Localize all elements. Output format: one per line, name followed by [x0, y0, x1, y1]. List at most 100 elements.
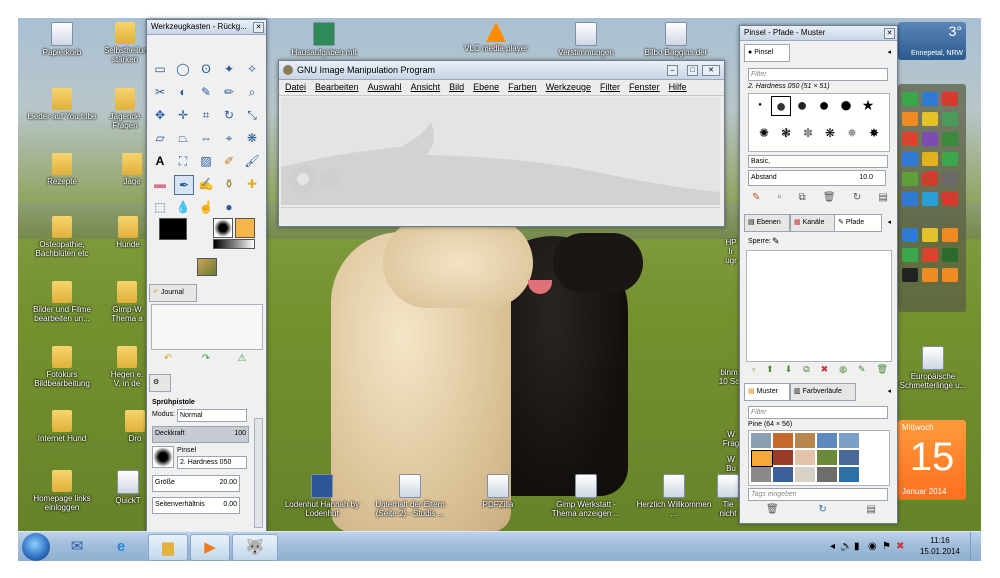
pattern-item[interactable]	[773, 450, 793, 465]
open-as-image-icon[interactable]: ▤	[879, 192, 888, 203]
desktop-icon-shortcut[interactable]: Tie nicht	[716, 474, 740, 518]
options-scrollbar[interactable]	[254, 418, 263, 528]
pattern-item[interactable]	[795, 467, 815, 482]
desktop-icon-folder[interactable]: Selbstheilungskräfte stärken	[104, 22, 146, 64]
heal-icon[interactable]: ✚	[243, 175, 261, 193]
paths-icon[interactable]: ✎	[197, 83, 215, 101]
brush-item[interactable]: ❃	[777, 124, 795, 142]
rect-select-icon[interactable]: ▭	[151, 60, 169, 78]
desktop-icon-pdfzilla[interactable]: PDFZilla	[458, 474, 538, 509]
lock-icon[interactable]: ✎	[772, 236, 780, 247]
eraser-icon[interactable]: ▬	[151, 175, 169, 193]
menu-werkzeuge[interactable]: Werkzeuge	[546, 80, 591, 95]
image-thumbnail[interactable]	[197, 258, 217, 276]
desktop-icon-folder[interactable]: Hegen e. V. in de	[108, 346, 146, 388]
scale-icon[interactable]: ⤡	[243, 106, 261, 124]
scissors-icon[interactable]: ✂	[151, 83, 169, 101]
menu-datei[interactable]: Datei	[285, 80, 306, 95]
desktop-icon-shortcut[interactable]: Europäische Schmetterlinge u...	[893, 346, 973, 390]
brush-selector[interactable]	[152, 446, 174, 468]
desktop-icon-app[interactable]: binm 10 Sc	[718, 368, 740, 386]
tab-gradients[interactable]: ▥ Farbverläufe	[790, 383, 856, 401]
brush-name-field[interactable]: 2. Hardness 050	[177, 456, 247, 469]
app-icon[interactable]	[902, 228, 918, 242]
app-icon[interactable]	[902, 172, 918, 186]
flip-icon[interactable]: ⇔	[197, 129, 215, 147]
brush-item[interactable]: ❋	[821, 124, 839, 142]
airbrush-icon[interactable]: ✒	[174, 175, 194, 195]
brush-item[interactable]: ★	[859, 96, 877, 114]
tab-tool-options[interactable]: ⚙	[149, 374, 171, 392]
tray-show-hidden-icon[interactable]: ◂	[830, 541, 835, 552]
app-icon[interactable]	[942, 172, 958, 186]
taskbar-thunderbird[interactable]: ✉	[58, 534, 96, 559]
app-icon[interactable]	[942, 248, 958, 262]
refresh-brushes-icon[interactable]: ↻	[853, 192, 861, 203]
pattern-item[interactable]	[817, 433, 837, 448]
clone-icon[interactable]: ⚱	[220, 175, 238, 193]
new-path-icon[interactable]: ▫	[752, 364, 755, 375]
tab-brushes[interactable]: ● Pinsel	[744, 44, 790, 62]
tab-menu-icon[interactable]: ◂	[887, 218, 891, 226]
desktop-icon-folder[interactable]: Lieder auf You tube	[22, 88, 102, 121]
dock-titlebar[interactable]: Pinsel - Pfade - Muster ✕	[740, 26, 897, 41]
gimp-main-window[interactable]: GNU Image Manipulation Program – □ ✕ Dat…	[278, 60, 725, 227]
tab-patterns[interactable]: ▦ Muster	[744, 383, 790, 401]
new-brush-icon[interactable]: ▫	[778, 192, 782, 203]
app-icon[interactable]	[942, 112, 958, 126]
open-pattern-icon[interactable]: ▤	[867, 504, 876, 515]
close-button[interactable]: ✕	[702, 65, 720, 76]
app-icon[interactable]	[922, 268, 938, 282]
desktop-icon-app[interactable]: W Bu	[722, 455, 740, 473]
app-icon[interactable]	[902, 132, 918, 146]
ellipse-select-icon[interactable]: ◯	[174, 60, 192, 78]
desktop-icon-shortcut[interactable]: Verstimmungen	[546, 22, 626, 57]
dock-window[interactable]: Pinsel - Pfade - Muster ✕ ● Pinsel ◂ Fil…	[739, 25, 898, 524]
gradient-preview[interactable]	[213, 239, 255, 249]
tab-channels[interactable]: ▦ Kanäle	[790, 214, 836, 232]
desktop-icon-app[interactable]: Hausaufgaben mit	[284, 22, 364, 57]
app-icon[interactable]	[942, 228, 958, 242]
desktop-icon-word[interactable]: Lodenhut Hannah by Lodenhut	[282, 474, 362, 518]
minimize-button[interactable]: –	[667, 65, 678, 76]
desktop-icon-shortcut[interactable]: Unterhalt der Eltern (Seite 2) - Studis …	[370, 474, 450, 518]
start-button[interactable]	[22, 533, 50, 561]
brush-item[interactable]: ●	[751, 96, 769, 114]
delete-path-icon[interactable]: 🗑	[876, 364, 887, 375]
pattern-item[interactable]	[839, 450, 859, 465]
pattern-item[interactable]	[795, 433, 815, 448]
app-icon[interactable]	[922, 228, 938, 242]
menu-ebene[interactable]: Ebene	[473, 80, 499, 95]
dodge-burn-icon[interactable]: ●	[220, 198, 238, 216]
taskbar-media-player[interactable]: ▶	[190, 534, 230, 561]
zoom-icon[interactable]: ⌕	[243, 83, 261, 101]
rotate-icon[interactable]: ↻	[220, 106, 238, 124]
close-button[interactable]: ✕	[253, 22, 264, 33]
desktop-icon-app[interactable]: W Frag	[722, 430, 740, 448]
edit-brush-icon[interactable]: ✎	[752, 192, 760, 203]
desktop-icon-shortcut[interactable]: Herzlich Willkommen ...	[634, 474, 714, 518]
pattern-preview[interactable]	[235, 218, 255, 238]
pattern-tags-input[interactable]: Tags eingeben	[748, 488, 888, 501]
desktop-icon-folder[interactable]: Internet Hund	[22, 410, 102, 443]
desktop-icon-folder[interactable]: Jagende Fragen	[104, 88, 146, 130]
duplicate-brush-icon[interactable]: ⧉	[798, 192, 805, 203]
network-icon[interactable]: ◉	[868, 541, 877, 552]
app-icon[interactable]	[942, 92, 958, 106]
blend-icon[interactable]: ▨	[197, 152, 215, 170]
desktop-icon-folder[interactable]: Hunde	[110, 216, 146, 249]
empty-canvas[interactable]	[281, 97, 720, 205]
brush-item[interactable]: ✸	[865, 124, 883, 142]
refresh-patterns-icon[interactable]: ↻	[818, 504, 826, 515]
delete-brush-icon[interactable]: 🗑	[823, 192, 836, 203]
app-icon[interactable]	[922, 172, 938, 186]
pattern-filter-input[interactable]: Filter	[748, 406, 888, 419]
brush-item[interactable]: ✹	[843, 124, 861, 142]
pattern-item[interactable]	[795, 450, 815, 465]
taskbar-internet-explorer[interactable]: e	[102, 534, 140, 559]
align-icon[interactable]: ✛	[174, 106, 192, 124]
app-icon[interactable]	[942, 268, 958, 282]
clear-history-icon[interactable]: ⚠	[233, 350, 251, 368]
size-slider[interactable]: Größe 20.00	[152, 475, 240, 492]
perspective-icon[interactable]: ⏢	[174, 129, 192, 147]
